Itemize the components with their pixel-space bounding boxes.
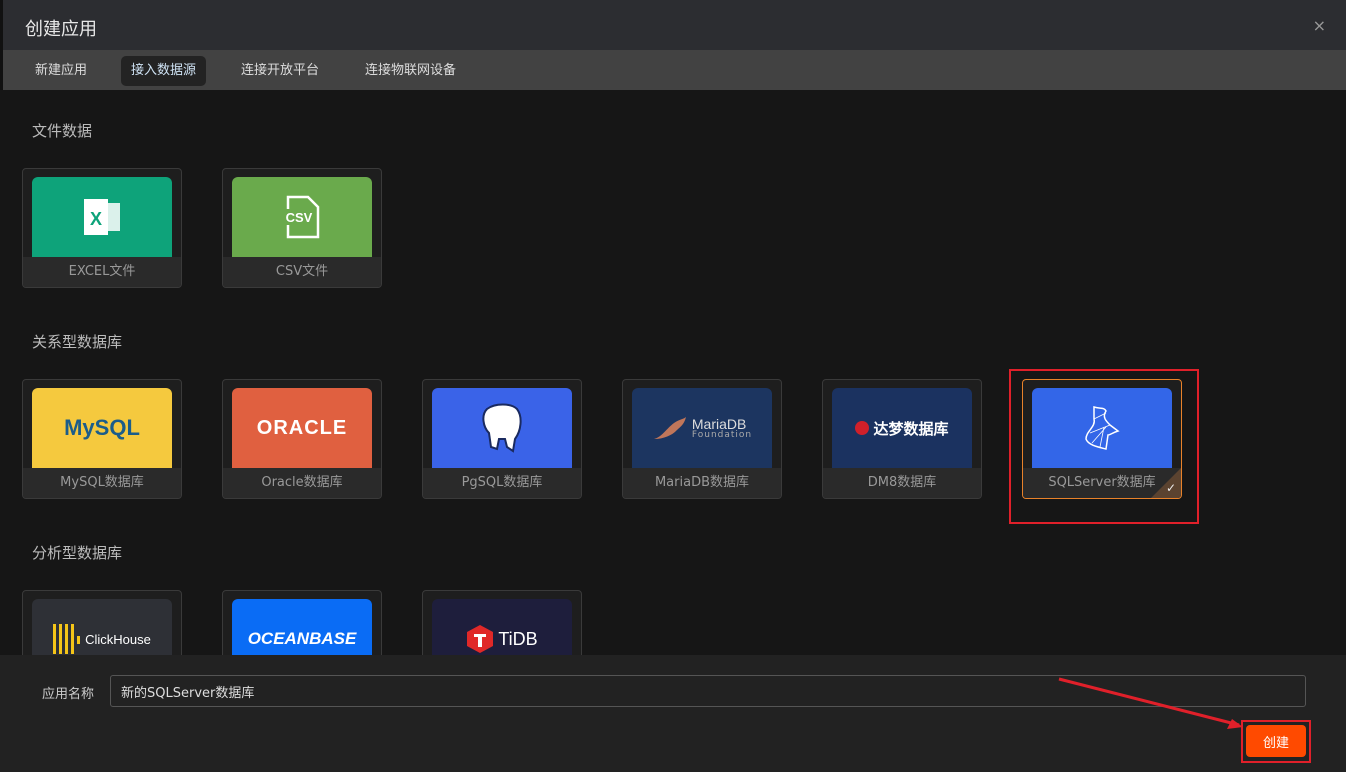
arrow-annotation xyxy=(1058,677,1243,729)
app-name-label: 应用名称 xyxy=(42,687,95,702)
tab-iot-device[interactable]: 连接物联网设备 xyxy=(355,56,466,86)
section-title-analytic: 分析型数据库 xyxy=(32,544,123,562)
card-label: CSV文件 xyxy=(223,257,381,287)
section-title-file: 文件数据 xyxy=(32,122,93,140)
svg-text:X: X xyxy=(90,209,102,229)
dm8-logo: 达梦数据库 xyxy=(832,388,972,468)
svg-text:CSV: CSV xyxy=(286,210,313,225)
oracle-logo: ORACLE xyxy=(232,388,372,468)
tab-new-app[interactable]: 新建应用 xyxy=(25,56,97,86)
tab-open-platform[interactable]: 连接开放平台 xyxy=(231,56,329,86)
dialog-titlebar: 创建应用 × xyxy=(0,0,1346,50)
excel-icon: X xyxy=(32,177,172,257)
card-dm8[interactable]: 达梦数据库 DM8数据库 xyxy=(822,379,982,499)
footer: 应用名称 创建 xyxy=(0,655,1346,772)
card-mysql[interactable]: MySQL MySQL数据库 xyxy=(22,379,182,499)
section-title-relational: 关系型数据库 xyxy=(32,333,123,351)
card-label: DM8数据库 xyxy=(823,468,981,498)
tab-bar: 新建应用 接入数据源 连接开放平台 连接物联网设备 xyxy=(0,50,1346,90)
highlight-box xyxy=(1009,369,1199,524)
card-label: EXCEL文件 xyxy=(23,257,181,287)
close-icon[interactable]: × xyxy=(1313,16,1326,35)
csv-icon: CSV xyxy=(232,177,372,257)
tab-data-source[interactable]: 接入数据源 xyxy=(121,56,207,86)
mysql-logo: MySQL xyxy=(32,388,172,468)
dialog-title: 创建应用 xyxy=(25,19,97,40)
card-label: Oracle数据库 xyxy=(223,468,381,498)
card-label: MySQL数据库 xyxy=(23,468,181,498)
card-oracle[interactable]: ORACLE Oracle数据库 xyxy=(222,379,382,499)
card-label: MariaDB数据库 xyxy=(623,468,781,498)
postgresql-elephant-icon xyxy=(432,388,572,468)
card-excel[interactable]: X EXCEL文件 xyxy=(22,168,182,288)
card-mariadb[interactable]: MariaDB Foundation MariaDB数据库 xyxy=(622,379,782,499)
card-label: PgSQL数据库 xyxy=(423,468,581,498)
card-csv[interactable]: CSV CSV文件 xyxy=(222,168,382,288)
mariadb-logo: MariaDB Foundation xyxy=(632,388,772,468)
card-pgsql[interactable]: PgSQL数据库 xyxy=(422,379,582,499)
content-area: 文件数据 X EXCEL文件 CSV CSV文件 关系型数据库 MySQL My… xyxy=(0,90,1346,710)
